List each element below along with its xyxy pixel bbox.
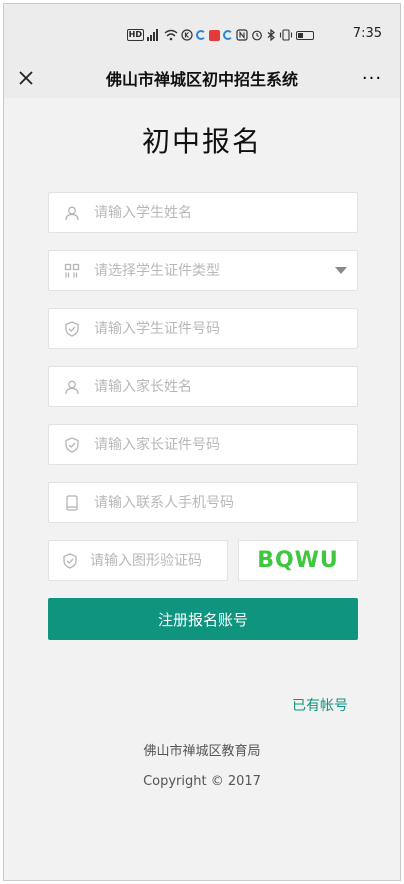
k-icon: [181, 28, 193, 42]
captcha-field[interactable]: [48, 540, 266, 581]
student-id-number-input[interactable]: [92, 308, 357, 349]
parent-name-input[interactable]: [92, 366, 357, 407]
shield-check-icon: [62, 319, 82, 339]
app-frame: HD 7:35 佛山市禅城区初中招生系统 ··· 初中报名 请输入学生姓名 请选…: [3, 3, 401, 881]
parent-id-number-input[interactable]: [92, 424, 357, 465]
student-id-type-select[interactable]: [48, 250, 358, 291]
student-id-type-input[interactable]: [92, 250, 357, 291]
shield-check-icon: [62, 435, 82, 455]
dropdown-arrow-icon[interactable]: [335, 267, 347, 274]
app-badge-icon: [209, 29, 220, 41]
footer-copyright: Copyright © 2017: [143, 774, 261, 789]
status-time: 7:35: [352, 26, 382, 41]
hd-icon: HD: [126, 29, 144, 41]
captcha-input[interactable]: [88, 540, 266, 581]
wifi-icon: [164, 28, 178, 42]
footer-org: 佛山市禅城区教育局: [143, 744, 261, 759]
nfc-icon: [236, 28, 248, 42]
bluetooth-icon: [266, 28, 276, 42]
captcha-row: BQWU: [48, 540, 358, 581]
register-button[interactable]: 注册报名账号: [48, 598, 358, 640]
nav-title: 佛山市禅城区初中招生系统: [105, 70, 298, 89]
alarm-icon: [251, 28, 263, 42]
vibrate-icon: [279, 28, 293, 42]
contact-phone-input[interactable]: [92, 482, 357, 523]
status-bar: HD 7:35: [4, 4, 400, 58]
app-notification-icon: [196, 30, 206, 40]
student-name-field[interactable]: [48, 192, 358, 233]
nav-bar: 佛山市禅城区初中招生系统 ···: [4, 58, 400, 98]
registration-form: BQWU 注册报名账号: [48, 192, 358, 640]
person-icon: [62, 203, 82, 223]
student-id-number-field[interactable]: [48, 308, 358, 349]
student-name-input[interactable]: [92, 192, 357, 233]
app-notification-icon-2: [223, 30, 233, 40]
page-title: 初中报名: [141, 125, 262, 158]
status-icons: HD: [126, 27, 314, 43]
grid-icon: [62, 261, 82, 281]
parent-id-number-field[interactable]: [48, 424, 358, 465]
signal-icon: [147, 28, 161, 42]
person-icon: [62, 377, 82, 397]
more-icon: ···: [361, 67, 383, 89]
shield-check-icon: [62, 551, 78, 571]
more-button[interactable]: ···: [358, 64, 386, 92]
battery-icon: [296, 30, 314, 40]
parent-name-field[interactable]: [48, 366, 358, 407]
phone-icon: [62, 493, 82, 513]
have-account-link[interactable]: 已有帐号: [292, 695, 348, 715]
close-icon: [19, 71, 33, 85]
close-button[interactable]: [12, 64, 40, 92]
contact-phone-field[interactable]: [48, 482, 358, 523]
